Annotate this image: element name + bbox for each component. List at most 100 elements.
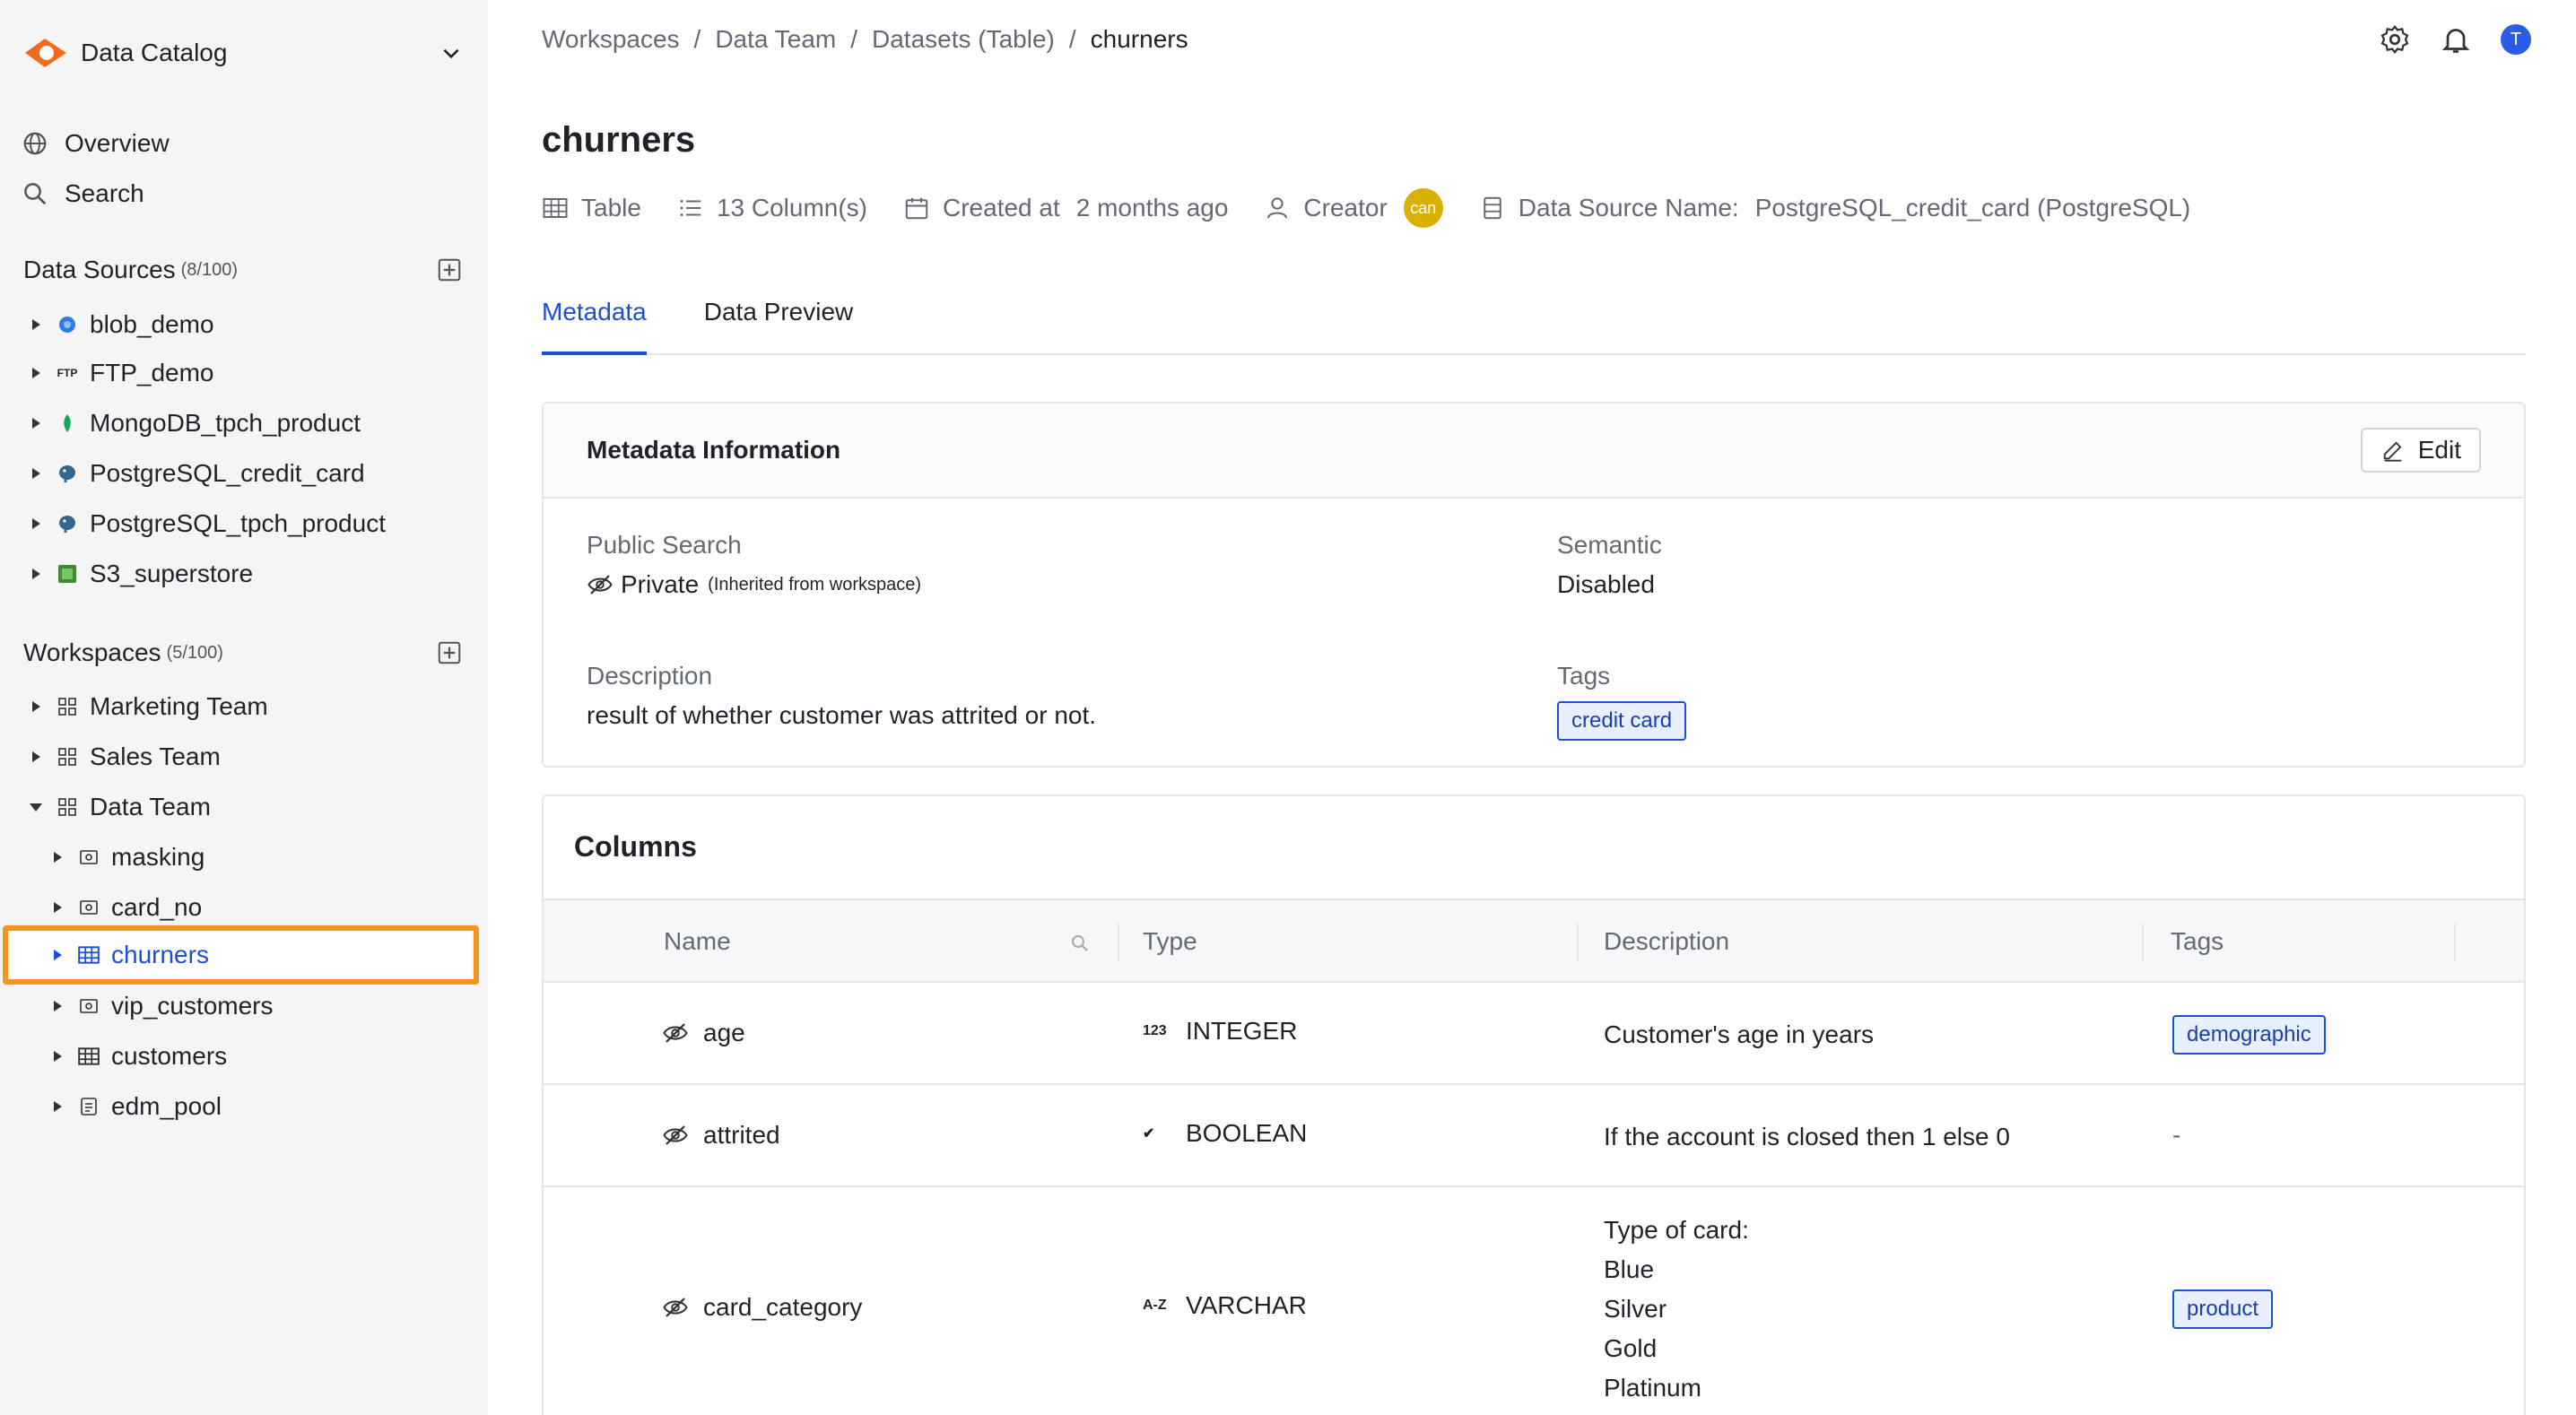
- more-options-icon[interactable]: [2524, 1295, 2526, 1322]
- search-icon: [24, 183, 47, 205]
- semantic-field: Semantic Disabled: [1557, 531, 1662, 599]
- dataset-label: edm_pool: [111, 1092, 222, 1120]
- breadcrumb-current: churners: [1090, 25, 1188, 53]
- workspace-icon: [56, 795, 79, 819]
- workspace-item[interactable]: Sales Team: [27, 735, 221, 778]
- caret-right-icon[interactable]: [27, 748, 45, 766]
- eye-off-icon[interactable]: [662, 1294, 689, 1321]
- breadcrumb-datasets[interactable]: Datasets (Table): [872, 25, 1055, 54]
- column-name-cell: age: [662, 1019, 745, 1047]
- more-options-icon[interactable]: [2524, 1020, 2526, 1047]
- metadata-title: Metadata Information: [587, 436, 841, 464]
- column-tags-empty: -: [2172, 1121, 2181, 1149]
- nav-search[interactable]: Search: [22, 179, 144, 208]
- caret-right-icon[interactable]: [27, 464, 45, 482]
- edit-label: Edit: [2417, 436, 2461, 464]
- datasource-item[interactable]: FTP FTP_demo: [27, 352, 214, 395]
- dataset-item[interactable]: card_no: [48, 886, 202, 929]
- dataset-item[interactable]: vip_customers: [48, 985, 274, 1028]
- edit-button[interactable]: Edit: [2360, 428, 2481, 473]
- column-description-line: Customer's age in years: [1604, 1020, 1875, 1048]
- caret-right-icon[interactable]: [48, 848, 66, 866]
- dataset-item[interactable]: edm_pool: [48, 1085, 222, 1128]
- user-avatar[interactable]: T: [2501, 24, 2531, 55]
- datasource-item[interactable]: S3_superstore: [27, 552, 253, 595]
- table-row[interactable]: attrited ✔ BOOLEAN If the account is clo…: [544, 1085, 2524, 1187]
- add-workspace-icon[interactable]: [436, 639, 463, 666]
- eye-off-icon[interactable]: [662, 1020, 689, 1046]
- datasource-item[interactable]: MongoDB_tpch_product: [27, 402, 361, 445]
- datasource-item[interactable]: PostgreSQL_tpch_product: [27, 502, 386, 545]
- nav-overview[interactable]: Overview: [22, 129, 170, 158]
- created-label: Created at: [943, 194, 1060, 221]
- varchar-type-icon: A-Z: [1143, 1298, 1167, 1313]
- column-divider: [1118, 924, 1119, 961]
- caret-right-icon[interactable]: [48, 898, 66, 916]
- workspace-item[interactable]: Marketing Team: [27, 685, 268, 728]
- header-name[interactable]: Name: [664, 927, 731, 956]
- nav-overview-label: Overview: [65, 129, 170, 157]
- public-search-note: (Inherited from workspace): [708, 574, 922, 595]
- column-search-icon[interactable]: [1069, 933, 1091, 954]
- table-row[interactable]: age 123 INTEGER Customer's age in years …: [544, 983, 2524, 1085]
- caret-down-icon[interactable]: [27, 798, 45, 816]
- s3-icon: [56, 562, 79, 586]
- caret-right-icon[interactable]: [27, 698, 45, 716]
- caret-right-icon[interactable]: [48, 997, 66, 1015]
- tags-label: Tags: [1557, 662, 1611, 690]
- public-search-field: Public Search Private (Inherited from wo…: [587, 531, 921, 599]
- eye-off-icon[interactable]: [662, 1122, 689, 1149]
- workspaces-count: (5/100): [166, 642, 223, 663]
- caret-right-icon[interactable]: [27, 565, 45, 583]
- datasource-label: PostgreSQL_credit_card: [90, 459, 365, 487]
- postgresql-icon: [56, 462, 79, 485]
- caret-right-icon[interactable]: [27, 414, 45, 432]
- data-sources-header: Data Sources (8/100): [23, 256, 463, 284]
- datasource-item[interactable]: PostgreSQL_credit_card: [27, 452, 365, 495]
- dataset-item[interactable]: customers: [48, 1035, 227, 1078]
- more-options-icon[interactable]: [2524, 1123, 2526, 1150]
- tab-data-preview[interactable]: Data Preview: [704, 296, 854, 355]
- data-sources-label: Data Sources: [23, 256, 176, 283]
- header-description[interactable]: Description: [1604, 927, 1729, 956]
- datasource-label: PostgreSQL_tpch_product: [90, 509, 386, 537]
- gear-icon[interactable]: [2379, 23, 2411, 56]
- tag-product[interactable]: product: [2172, 1289, 2274, 1329]
- bell-icon[interactable]: [2440, 23, 2472, 56]
- add-data-source-icon[interactable]: [436, 256, 463, 283]
- dataset-item[interactable]: masking: [48, 836, 205, 879]
- tab-metadata[interactable]: Metadata: [542, 296, 647, 355]
- column-type-cell: A-Z VARCHAR: [1143, 1291, 1307, 1320]
- caret-right-icon[interactable]: [48, 1098, 66, 1116]
- calendar-icon: [905, 197, 928, 220]
- breadcrumb-workspaces[interactable]: Workspaces: [542, 25, 680, 54]
- tag-credit-card[interactable]: credit card: [1557, 701, 1687, 741]
- breadcrumb-data-team[interactable]: Data Team: [715, 25, 836, 54]
- public-search-value: Private: [621, 570, 700, 598]
- workspace-item[interactable]: Data Team: [27, 786, 211, 829]
- column-tags-cell: demographic: [2172, 1015, 2326, 1055]
- top-toolbar: T: [2379, 23, 2531, 56]
- caret-right-icon[interactable]: [27, 364, 45, 382]
- table-icon: [77, 1045, 100, 1068]
- datasource-name-value[interactable]: PostgreSQL_credit_card (PostgreSQL): [1755, 194, 2191, 222]
- columns-title: Columns: [574, 830, 697, 863]
- caret-right-icon[interactable]: [27, 515, 45, 533]
- catalog-switcher[interactable]: Data Catalog: [23, 30, 463, 75]
- ftp-icon: FTP: [57, 367, 78, 379]
- header-tags[interactable]: Tags: [2171, 927, 2224, 956]
- datasource-label: S3_superstore: [90, 560, 254, 587]
- header-type[interactable]: Type: [1143, 927, 1197, 956]
- caret-right-icon[interactable]: [48, 946, 66, 964]
- user-icon: [1267, 197, 1288, 219]
- caret-right-icon[interactable]: [48, 1047, 66, 1065]
- dataset-item-churners[interactable]: churners: [48, 933, 209, 977]
- column-description-line: If the account is closed then 1 else 0: [1604, 1123, 2010, 1150]
- table-icon: [543, 198, 568, 218]
- column-divider: [2142, 924, 2144, 961]
- tag-demographic[interactable]: demographic: [2172, 1015, 2326, 1055]
- datasource-item[interactable]: blob_demo: [27, 303, 214, 346]
- column-description: If the account is closed then 1 else 0: [1604, 1117, 2010, 1157]
- table-row[interactable]: card_category A-Z VARCHAR Type of card: …: [544, 1187, 2524, 1415]
- caret-right-icon[interactable]: [27, 316, 45, 334]
